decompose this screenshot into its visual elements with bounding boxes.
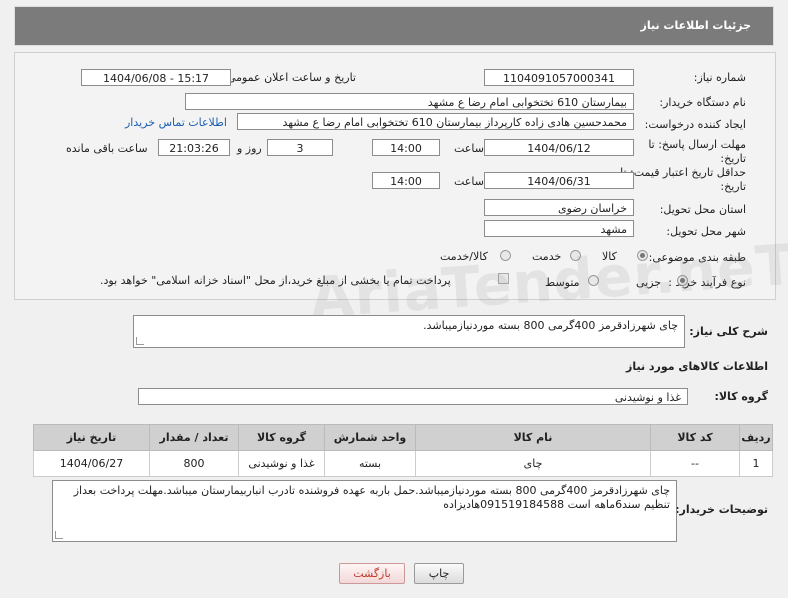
buyer-org-field: بیمارستان 610 تختخوابی امام رضا ع مشهد <box>185 93 634 110</box>
buyer-notes-text: چای شهرزادقرمز 400گرمی 800 بسته موردنیاز… <box>73 484 670 511</box>
announce-field: 1404/06/08 - 15:17 <box>81 69 231 86</box>
category-radio-service[interactable] <box>570 250 581 261</box>
need-number-label: شماره نیاز: <box>693 71 746 84</box>
description-text: چای شهرزادقرمز 400گرمی 800 بسته موردنیاز… <box>423 319 678 332</box>
requester-label: ایجاد کننده درخواست: <box>644 118 746 131</box>
cell-row: 1 <box>739 450 773 477</box>
days-remaining-field: 3 <box>267 139 333 156</box>
print-button[interactable]: چاپ <box>414 563 464 584</box>
price-validity-time-label: ساعت <box>454 175 484 188</box>
description-textarea[interactable]: چای شهرزادقرمز 400گرمی 800 بسته موردنیاز… <box>133 315 685 348</box>
treasury-payment-checkbox[interactable] <box>498 273 509 284</box>
deadline-label: مهلت ارسال پاسخ: تا تاریخ: <box>648 138 746 165</box>
panel-header: جزئیات اطلاعات نیاز <box>14 6 774 46</box>
process-radio-minor[interactable] <box>677 275 688 286</box>
panel-title: جزئیات اطلاعات نیاز <box>640 19 752 32</box>
col-date: تاریخ نیاز <box>33 424 150 451</box>
process-option-minor: جزیی <box>636 276 662 289</box>
category-option-service: خدمت <box>532 250 562 263</box>
province-field: خراسان رضوی <box>484 199 634 216</box>
requester-field: محمدحسین هادی زاده کارپرداز بیمارستان 61… <box>237 113 634 130</box>
goods-group-field: غذا و نوشیدنی <box>138 388 688 405</box>
category-radio-both[interactable] <box>500 250 511 261</box>
price-validity-date-field: 1404/06/31 <box>484 172 634 189</box>
deadline-date-field: 1404/06/12 <box>484 139 634 156</box>
goods-table-header: ردیف کد کالا نام کالا واحد شمارش گروه کا… <box>33 424 773 451</box>
province-label: استان محل تحویل: <box>659 203 746 216</box>
col-code: کد کالا <box>650 424 740 451</box>
price-validity-label: حداقل تاریخ اعتبار قیمت: تا تاریخ: <box>620 166 746 193</box>
announce-label: تاریخ و ساعت اعلان عمومی: <box>223 71 356 84</box>
category-radio-goods[interactable] <box>637 250 648 261</box>
cell-code: -- <box>650 450 740 477</box>
cell-name: چای <box>415 450 651 477</box>
goods-section-title: اطلاعات کالاهای مورد نیاز <box>626 360 768 373</box>
cell-unit: بسته <box>324 450 416 477</box>
remaining-time-label: ساعت باقی مانده <box>66 142 148 155</box>
buyer-notes-label: توضیحات خریدار: <box>675 503 768 516</box>
need-number-field: 1104091057000341 <box>484 69 634 86</box>
city-label: شهر محل تحویل: <box>666 225 746 238</box>
buyer-notes-textarea[interactable]: چای شهرزادقرمز 400گرمی 800 بسته موردنیاز… <box>52 480 677 542</box>
category-option-both: کالا/خدمت <box>440 250 488 263</box>
days-label: روز و <box>237 142 262 155</box>
deadline-time-field: 14:00 <box>372 139 440 156</box>
category-label: طبقه بندی موضوعی: <box>648 251 746 264</box>
col-name: نام کالا <box>415 424 651 451</box>
cell-qty: 800 <box>149 450 239 477</box>
buyer-org-label: نام دستگاه خریدار: <box>659 96 746 109</box>
deadline-time-label: ساعت <box>454 142 484 155</box>
treasury-payment-note: پرداخت تمام یا بخشی از مبلغ خرید،از محل … <box>100 274 451 287</box>
col-group: گروه کالا <box>238 424 325 451</box>
process-radio-medium[interactable] <box>588 275 599 286</box>
price-validity-time-field: 14:00 <box>372 172 440 189</box>
buyer-contact-link[interactable]: اطلاعات تماس خریدار <box>125 116 227 129</box>
table-row: 1 -- چای بسته غذا و نوشیدنی 800 1404/06/… <box>33 450 773 477</box>
cell-group: غذا و نوشیدنی <box>238 450 325 477</box>
cell-date: 1404/06/27 <box>33 450 150 477</box>
goods-group-label: گروه کالا: <box>714 390 768 403</box>
process-option-medium: متوسط <box>545 276 580 289</box>
city-field: مشهد <box>484 220 634 237</box>
goods-table: ردیف کد کالا نام کالا واحد شمارش گروه کا… <box>33 424 773 477</box>
description-label: شرح کلی نیاز: <box>689 325 768 338</box>
category-option-goods: کالا <box>602 250 617 263</box>
back-button[interactable]: بازگشت <box>339 563 405 584</box>
remaining-time-field: 21:03:26 <box>158 139 230 156</box>
col-qty: تعداد / مقدار <box>149 424 239 451</box>
col-row: ردیف <box>739 424 773 451</box>
col-unit: واحد شمارش <box>324 424 416 451</box>
